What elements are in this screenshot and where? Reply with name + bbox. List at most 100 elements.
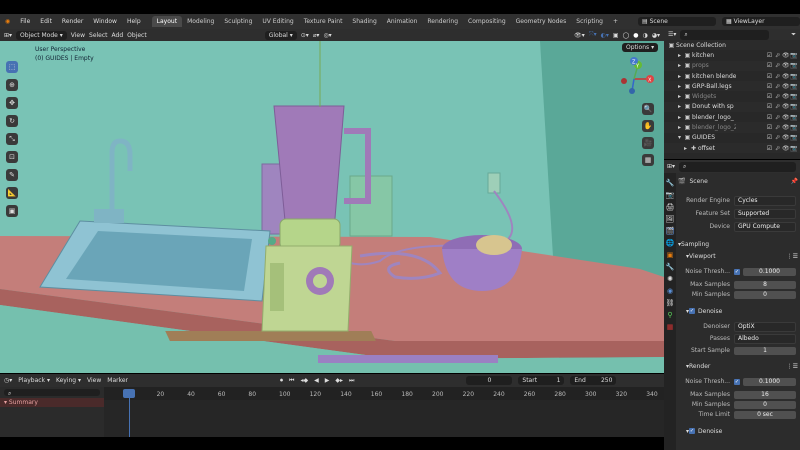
scene-selector[interactable]: ▤ Scene — [638, 17, 716, 26]
camera-render-icon[interactable]: 📷 — [790, 52, 797, 59]
eye-icon[interactable]: 👁 — [782, 83, 790, 90]
tab-sculpting[interactable]: Sculpting — [219, 16, 257, 27]
next-key-icon[interactable]: ◆▸ — [335, 377, 343, 384]
menu-keying[interactable]: Keying ▾ — [56, 377, 81, 384]
eye-icon[interactable]: 👁 — [782, 145, 790, 152]
gizmo-icon[interactable]: ⤧▾ — [589, 31, 597, 39]
data-props-icon[interactable]: ⚲ — [667, 311, 672, 319]
list-icon[interactable]: ⋮☰ — [787, 253, 798, 260]
camera-render-icon[interactable]: 📷 — [790, 103, 797, 110]
reverse-play-icon[interactable]: ◀ — [314, 377, 319, 384]
select-arrow-icon[interactable]: ⬀ — [774, 145, 781, 152]
blender-logo-icon[interactable]: ◉ — [0, 18, 15, 25]
outliner-item[interactable]: ▸ ▣ Widgets ☑ ⬀ 👁 📷 — [664, 91, 800, 101]
outliner-editor-icon[interactable]: ☰▾ — [668, 31, 676, 38]
camera-render-icon[interactable]: 📷 — [790, 83, 797, 90]
collapse-arrow-icon[interactable]: ▸ — [676, 114, 683, 121]
select-arrow-icon[interactable]: ⬀ — [774, 52, 781, 59]
camera-render-icon[interactable]: 📷 — [790, 124, 797, 131]
timeline-editor-icon[interactable]: ◷▾ — [0, 377, 12, 384]
outliner-search-input[interactable]: ⌕ — [680, 29, 770, 40]
collapse-arrow-icon[interactable]: ▸ — [676, 93, 683, 100]
collapse-arrow-icon[interactable]: ▸ — [676, 62, 683, 69]
prev-key-icon[interactable]: ◂◆ — [300, 377, 308, 384]
eye-icon[interactable]: 👁 — [782, 134, 790, 141]
filter-icon[interactable]: ⏷ — [791, 31, 800, 39]
view-layer-selector[interactable]: ▦ ViewLayer — [722, 17, 800, 26]
properties-editor-icon[interactable]: ⊞▾ — [664, 163, 675, 170]
menu-marker[interactable]: Marker — [107, 377, 128, 384]
rotate-icon[interactable]: ↻ — [6, 115, 18, 127]
exclude-checkbox-icon[interactable]: ☑ — [766, 134, 773, 141]
navigation-gizmo[interactable]: X Y Z — [618, 57, 658, 101]
camera-render-icon[interactable]: 📷 — [790, 93, 797, 100]
outliner-item[interactable]: ▸ ▣ Donut with sp ☑ ⬀ 👁 📷 — [664, 101, 800, 113]
scale-icon[interactable]: ⤡ — [6, 133, 18, 145]
menu-timeline-view[interactable]: View — [87, 377, 101, 384]
select-arrow-icon[interactable]: ⬀ — [774, 93, 781, 100]
collapse-arrow-icon[interactable]: ▸ — [676, 103, 683, 110]
exclude-checkbox-icon[interactable]: ☑ — [766, 124, 773, 131]
object-props-icon[interactable]: ▣ — [667, 251, 674, 259]
current-frame-field[interactable]: 0 — [466, 376, 513, 385]
select-arrow-icon[interactable]: ⬀ — [774, 73, 781, 80]
viewport-denoise-subsection[interactable]: ▾ ✓ Denoise — [686, 306, 798, 316]
device-dropdown[interactable]: GPU Compute — [734, 221, 796, 232]
constraints-props-icon[interactable]: ⛓ — [666, 299, 675, 307]
exclude-checkbox-icon[interactable]: ☑ — [766, 103, 773, 110]
view-layer-props-icon[interactable]: 🖼 — [666, 215, 675, 223]
tab-rendering[interactable]: Rendering — [422, 16, 463, 27]
select-arrow-icon[interactable]: ⬀ — [774, 83, 781, 90]
physics-props-icon[interactable]: ◉ — [667, 287, 673, 295]
exclude-checkbox-icon[interactable]: ☑ — [766, 83, 773, 90]
viewport-min-samples-field[interactable]: 0 — [734, 290, 796, 299]
eye-icon[interactable]: 👁 — [782, 103, 790, 110]
render-subsection[interactable]: ▾ Render ⋮☰ — [686, 361, 798, 371]
start-frame-field[interactable]: Start 1 — [518, 376, 565, 385]
exclude-checkbox-icon[interactable]: ☑ — [766, 52, 773, 59]
select-arrow-icon[interactable]: ⬀ — [774, 134, 781, 141]
camera-render-icon[interactable]: 📷 — [790, 73, 797, 80]
render-max-samples-field[interactable]: 16 — [734, 390, 796, 399]
end-frame-field[interactable]: End 250 — [570, 376, 617, 385]
render-props-icon[interactable]: 📷 — [666, 191, 675, 199]
tab-uv-editing[interactable]: UV Editing — [257, 16, 298, 27]
select-arrow-icon[interactable]: ⬀ — [774, 124, 781, 131]
time-limit-field[interactable]: 0 sec — [734, 410, 796, 419]
feature-set-dropdown[interactable]: Supported — [734, 208, 796, 219]
play-icon[interactable]: ▶ — [325, 377, 330, 384]
shading-wire-icon[interactable]: ◯ — [623, 32, 630, 39]
zoom-icon[interactable]: 🔍 — [642, 103, 654, 115]
menu-help[interactable]: Help — [122, 18, 146, 25]
outliner-item[interactable]: ▸ ▣ kitchen blende ☑ ⬀ 👁 📷 — [664, 71, 800, 81]
3d-viewport[interactable]: User Perspective (0) GUIDES | Empty ⬚ ⊕ … — [0, 41, 664, 373]
shading-material-icon[interactable]: ◑ — [643, 32, 648, 39]
collapse-arrow-icon[interactable]: ▸ — [676, 52, 683, 59]
pin-icon[interactable]: 📌 — [791, 178, 798, 185]
eye-icon[interactable]: 👁 — [782, 124, 790, 131]
menu-view[interactable]: View — [71, 32, 85, 39]
eye-icon[interactable]: 👁 — [782, 114, 790, 121]
tab-compositing[interactable]: Compositing — [463, 16, 511, 27]
transform-icon[interactable]: ⊡ — [6, 151, 18, 163]
proportional-icon[interactable]: ◎▾ — [323, 32, 331, 39]
list-icon[interactable]: ⋮☰ — [787, 363, 798, 370]
outliner-item[interactable]: ▸ ✚ offset ☑ ⬀ 👁 📷 — [664, 142, 800, 154]
menu-add[interactable]: Add — [112, 32, 124, 39]
viewport-max-samples-field[interactable]: 8 — [734, 280, 796, 289]
collapse-arrow-icon[interactable]: ▾ — [676, 134, 683, 141]
outliner-item[interactable]: ▸ ▣ GRP-Ball.legs ☑ ⬀ 👁 📷 — [664, 81, 800, 92]
collapse-arrow-icon[interactable]: ▸ — [676, 73, 683, 80]
menu-edit[interactable]: Edit — [35, 18, 57, 25]
transform-orientation[interactable]: Global ▾ — [264, 30, 297, 40]
render-noise-threshold-field[interactable]: 0.1000 — [743, 377, 796, 386]
collapse-arrow-icon[interactable]: ▸ — [682, 145, 689, 152]
collapse-arrow-icon[interactable]: ▸ — [676, 124, 683, 131]
mode-selector[interactable]: Object Mode ▾ — [16, 30, 67, 40]
render-denoise-subsection[interactable]: ▾ ✓ Denoise — [686, 426, 798, 436]
pan-hand-icon[interactable]: ✋ — [642, 120, 654, 132]
tab-modeling[interactable]: Modeling — [182, 16, 219, 27]
menu-render[interactable]: Render — [57, 18, 88, 25]
timeline-area[interactable]: ⌕ ▾ Summary 0204060801001201401601802002… — [0, 387, 664, 437]
menu-playback[interactable]: Playback ▾ — [18, 377, 50, 384]
